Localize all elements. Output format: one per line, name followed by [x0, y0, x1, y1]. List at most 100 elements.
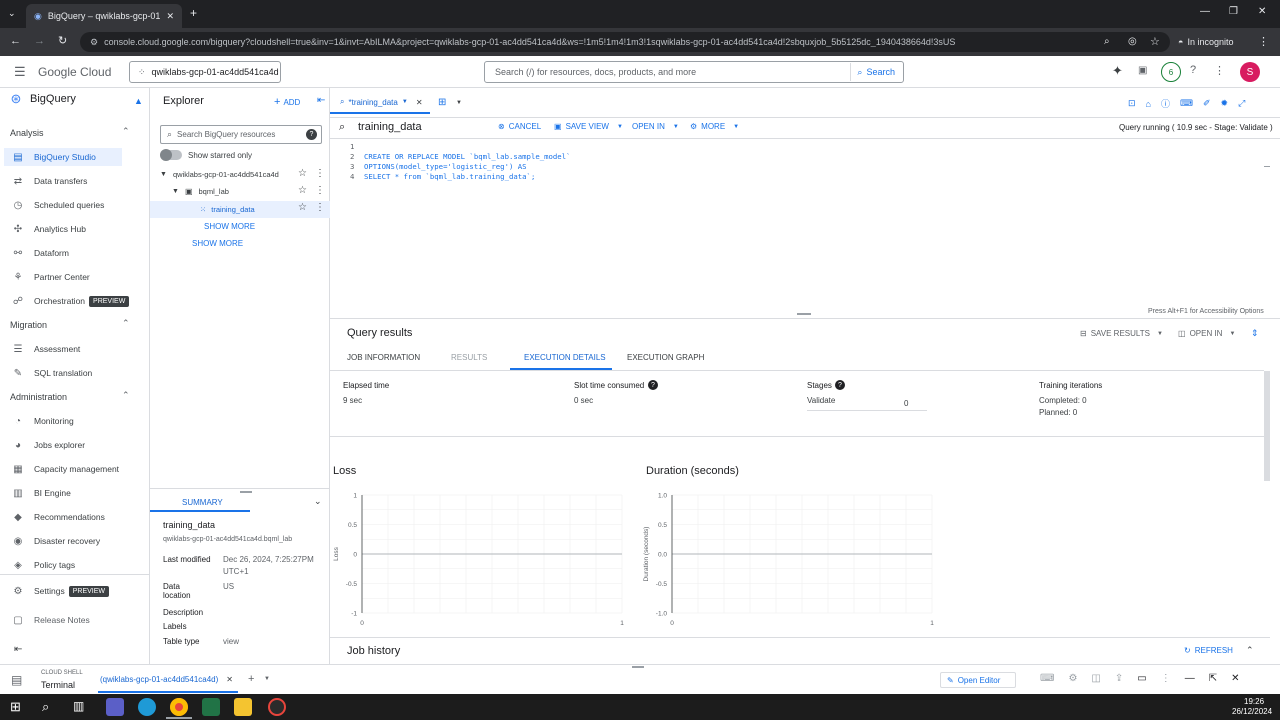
close-tab-icon[interactable]: ✕: [166, 11, 174, 22]
table-actions-icon[interactable]: ⋮: [315, 202, 325, 213]
tab-job-information[interactable]: JOB INFORMATION: [347, 353, 420, 362]
nav-settings[interactable]: ⚙ Settings PREVIEW: [12, 582, 146, 600]
browser-tab[interactable]: ◉ BigQuery – qwiklabs-gcp-01-ac ✕: [26, 4, 182, 28]
expand-results-icon[interactable]: ⇕: [1251, 328, 1259, 339]
search-bar[interactable]: Search (/) for resources, docs, products…: [484, 61, 904, 83]
hamburger-menu-icon[interactable]: ☰: [14, 64, 26, 80]
help-icon[interactable]: ?: [1190, 64, 1196, 76]
home-icon[interactable]: ⌂: [1146, 99, 1151, 109]
summary-tab[interactable]: SUMMARY: [182, 498, 223, 507]
show-more-datasets-link[interactable]: SHOW MORE: [192, 239, 243, 248]
search-button[interactable]: ⌕ Search: [850, 63, 901, 81]
nav-partner-center[interactable]: ⚘ Partner Center: [12, 268, 146, 286]
nav-orchestration[interactable]: ☍ Orchestration PREVIEW: [12, 292, 146, 310]
windows-search-icon[interactable]: ⌕: [42, 699, 49, 715]
collapse-nav-icon[interactable]: ⇤: [14, 644, 22, 655]
shell-minimize-icon[interactable]: —: [1185, 673, 1195, 684]
windows-start-icon[interactable]: ⊞: [10, 699, 21, 715]
nav-analytics-hub[interactable]: ✣ Analytics Hub: [12, 220, 146, 238]
refresh-button[interactable]: ↻ REFRESH: [1184, 646, 1233, 655]
add-shell-tab-icon[interactable]: +: [248, 673, 254, 685]
nav-disaster-recovery[interactable]: ◉ Disaster recovery: [12, 532, 146, 550]
file-explorer-icon[interactable]: [234, 698, 252, 716]
keyboard-icon[interactable]: ⌨: [1040, 673, 1054, 684]
shell-resize-handle[interactable]: [632, 666, 644, 668]
stages-help-icon[interactable]: ?: [835, 380, 845, 390]
info-icon[interactable]: ⓘ: [1161, 97, 1170, 110]
teams-app-icon[interactable]: [106, 698, 124, 716]
pin-icon[interactable]: ▲: [134, 96, 143, 106]
tab-list-icon[interactable]: ⌄: [8, 8, 16, 19]
collapse-migration-icon[interactable]: ⌃: [122, 318, 130, 329]
chrome-app-icon[interactable]: [170, 698, 188, 716]
editor-tab[interactable]: ⌕ *training_data ▼ ✕: [340, 97, 423, 107]
nav-policy-tags[interactable]: ◈ Policy tags: [12, 556, 146, 574]
close-shell-tab-icon[interactable]: ✕: [226, 675, 233, 684]
collapse-administration-icon[interactable]: ⌃: [122, 390, 130, 401]
results-scrollbar[interactable]: [1264, 371, 1270, 481]
explorer-search-input[interactable]: ⌕ Search BigQuery resources ?: [160, 125, 322, 144]
nav-scheduled-queries[interactable]: ◷ Scheduled queries: [12, 196, 146, 214]
nav-sql-translation[interactable]: ✎ SQL translation: [12, 364, 146, 382]
collapse-job-history-icon[interactable]: ⌃: [1246, 645, 1254, 656]
nav-bi-engine[interactable]: ▥ BI Engine: [12, 484, 146, 502]
dataset-actions-icon[interactable]: ⋮: [315, 185, 325, 196]
bookmark-star-icon[interactable]: ☆: [1150, 35, 1160, 48]
nav-dataform[interactable]: ⚯ Dataform: [12, 244, 146, 262]
task-view-icon[interactable]: ▥: [73, 699, 84, 713]
address-bar[interactable]: ⚙ console.cloud.google.com/bigquery?clou…: [80, 32, 1170, 52]
reload-icon[interactable]: ↻: [58, 34, 67, 47]
nav-monitoring[interactable]: ◔ Monitoring: [12, 412, 146, 430]
google-cloud-logo[interactable]: Google Cloud: [38, 65, 111, 79]
new-query-dropdown-icon[interactable]: ▼: [456, 100, 462, 106]
shell-close-icon[interactable]: ✕: [1231, 673, 1239, 684]
tracking-protection-icon[interactable]: ◎: [1128, 36, 1137, 47]
close-window-icon[interactable]: ✕: [1258, 6, 1266, 17]
starred-toggle[interactable]: [160, 149, 182, 161]
web-preview-icon[interactable]: ◫: [1091, 673, 1100, 684]
more-vert-icon[interactable]: ⋮: [1214, 64, 1225, 77]
save-results-button[interactable]: ⊟ SAVE RESULTS ▼: [1080, 329, 1163, 338]
project-actions-icon[interactable]: ⋮: [315, 168, 325, 179]
nav-assessment[interactable]: ☰ Assessment: [12, 340, 146, 358]
star-table-icon[interactable]: ☆: [298, 202, 307, 213]
slot-help-icon[interactable]: ?: [648, 380, 658, 390]
fullscreen-icon[interactable]: ⤢: [1238, 98, 1245, 109]
avatar[interactable]: S: [1240, 62, 1260, 82]
shell-popout-icon[interactable]: ⇱: [1209, 673, 1217, 684]
tree-dataset-row[interactable]: ▼ ▣ bqml_lab: [172, 187, 229, 196]
expand-project-icon[interactable]: ▼: [160, 171, 167, 178]
keyboard-icon[interactable]: ⌨: [1180, 98, 1193, 109]
new-query-icon[interactable]: ⊞: [438, 97, 446, 108]
results-open-in-button[interactable]: ◫ OPEN IN ▼: [1178, 329, 1235, 338]
tab-execution-details[interactable]: EXECUTION DETAILS: [524, 353, 606, 362]
upload-icon[interactable]: ⇪: [1115, 673, 1123, 684]
nav-capacity-management[interactable]: ▦ Capacity management: [12, 460, 146, 478]
tab-results[interactable]: RESULTS: [451, 353, 487, 362]
collapse-explorer-icon[interactable]: ⇤: [317, 95, 325, 106]
obs-app-icon[interactable]: [268, 698, 286, 716]
minimize-window-icon[interactable]: —: [1200, 6, 1210, 17]
tab-dropdown-icon[interactable]: ▼: [402, 99, 408, 105]
project-selector[interactable]: ⁘ qwiklabs-gcp-01-ac4dd541ca4d: [129, 61, 281, 83]
query-title[interactable]: training_data: [358, 121, 422, 133]
site-info-icon[interactable]: ⚙: [90, 37, 98, 48]
collapse-analysis-icon[interactable]: ⌃: [122, 126, 130, 137]
close-editor-tab-icon[interactable]: ✕: [416, 98, 423, 107]
shell-tab[interactable]: (qwiklabs-gcp-01-ac4dd541ca4d) ✕: [100, 675, 233, 684]
shell-more-icon[interactable]: ⋮: [1161, 673, 1171, 684]
lightbulb-icon[interactable]: ✹: [1221, 98, 1229, 109]
save-view-button[interactable]: ▣ SAVE VIEW ▼: [554, 122, 623, 131]
show-more-tables-link[interactable]: SHOW MORE: [204, 222, 255, 231]
expand-dataset-icon[interactable]: ▼: [172, 188, 179, 195]
edge-app-icon[interactable]: [138, 698, 156, 716]
code-area[interactable]: 1 2 3 4 CREATE OR REPLACE MODEL `bqml_la…: [330, 139, 1280, 309]
nav-bigquery-studio[interactable]: ▤ BigQuery Studio: [4, 148, 122, 166]
tab-execution-graph[interactable]: EXECUTION GRAPH: [627, 353, 704, 362]
forward-arrow-icon[interactable]: →: [34, 35, 45, 47]
gemini-spark-icon[interactable]: ✦: [1112, 63, 1123, 79]
maximize-window-icon[interactable]: ❐: [1229, 6, 1238, 17]
compose-icon[interactable]: ⊡: [1128, 98, 1136, 109]
zoom-icon[interactable]: ⌕: [1104, 36, 1110, 47]
incognito-indicator[interactable]: ◓ In incognito: [1178, 32, 1233, 52]
